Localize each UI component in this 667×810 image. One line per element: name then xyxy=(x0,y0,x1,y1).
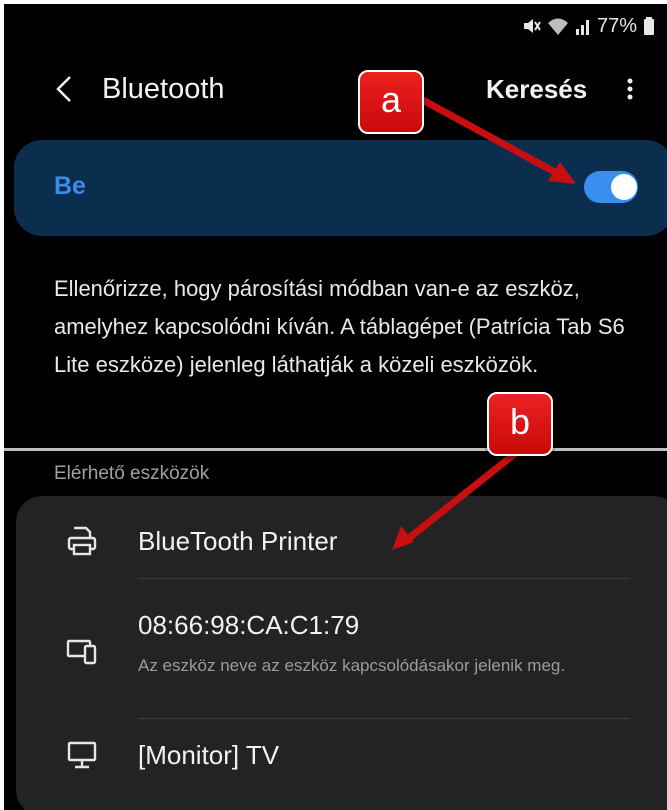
device-name: [Monitor] TV xyxy=(138,740,280,770)
back-button[interactable] xyxy=(48,72,82,106)
frame-edge-top xyxy=(0,0,667,4)
header: Bluetooth Keresés xyxy=(0,60,667,120)
device-row-printer[interactable]: BlueTooth Printer xyxy=(0,514,667,574)
frame-edge-left xyxy=(0,0,4,810)
device-row-unnamed[interactable]: 08:66:98:CA:C1:79 Az eszköz neve az eszk… xyxy=(0,598,667,708)
printer-icon xyxy=(67,526,97,556)
bluetooth-settings-screen: 77% Bluetooth Keresés Be Ellenőrizze, ho… xyxy=(0,0,667,810)
page-title: Bluetooth xyxy=(102,73,225,105)
chevron-left-icon xyxy=(56,76,71,102)
search-button[interactable]: Keresés xyxy=(486,72,587,106)
monitor-icon xyxy=(67,741,97,769)
divider xyxy=(0,448,667,451)
more-options-button[interactable] xyxy=(620,72,640,106)
signal-icon xyxy=(575,16,591,36)
device-row-monitor[interactable]: [Monitor] TV xyxy=(0,732,667,792)
status-bar: 77% xyxy=(521,12,655,40)
row-divider xyxy=(138,578,630,579)
bluetooth-toggle-card[interactable]: Be xyxy=(14,140,667,236)
section-label-available: Elérhető eszközök xyxy=(54,463,210,484)
more-vertical-icon xyxy=(627,78,633,100)
battery-percent: 77% xyxy=(596,14,637,37)
annotation-badge-a: a xyxy=(358,70,424,134)
devices-icon xyxy=(66,639,97,665)
device-name: 08:66:98:CA:C1:79 xyxy=(138,610,360,640)
description-text: Ellenőrizze, hogy párosítási módban van-… xyxy=(54,276,625,377)
device-name: BlueTooth Printer xyxy=(138,526,338,556)
row-divider xyxy=(138,718,630,719)
mute-icon xyxy=(521,16,541,36)
annotation-badge-b: b xyxy=(487,392,553,456)
toggle-label: Be xyxy=(54,172,86,200)
device-subtitle: Az eszköz neve az eszköz kapcsolódásakor… xyxy=(138,656,566,675)
wifi-icon xyxy=(547,16,569,36)
battery-icon xyxy=(643,16,655,36)
switch-knob xyxy=(611,174,637,200)
